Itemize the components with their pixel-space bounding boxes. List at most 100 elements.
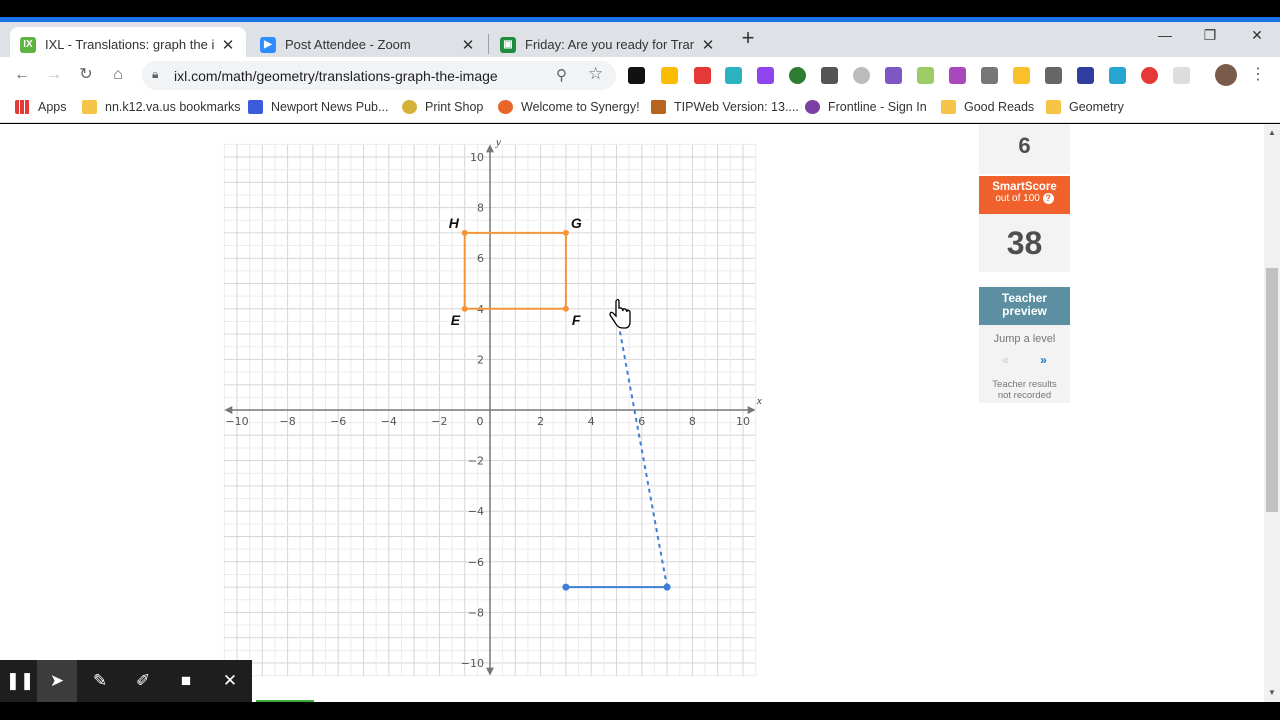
pointer-icon[interactable]: ➤: [37, 660, 77, 702]
highlighter-icon[interactable]: ✐: [123, 660, 163, 702]
bookmark-link[interactable]: Frontline - Sign In: [805, 100, 927, 114]
bookmark-star-icon[interactable]: ☆: [588, 64, 603, 84]
help-icon[interactable]: ?: [1042, 193, 1054, 204]
y-tick-label: −6: [468, 556, 484, 569]
pdf-icon[interactable]: [885, 67, 902, 84]
smartscore-header: SmartScore out of 100 ?: [979, 176, 1070, 214]
jump-level-label: Jump a level: [993, 333, 1056, 345]
browser-tab-bar: IX IXL - Translations: graph the imag ✕ …: [0, 17, 1280, 62]
vertex-label: E: [451, 312, 461, 328]
menu-icon[interactable]: ⋮: [1248, 65, 1268, 85]
extension-icon[interactable]: [1045, 67, 1062, 84]
bookmark-link[interactable]: Welcome to Synergy!: [498, 100, 640, 114]
forward-icon[interactable]: →: [44, 65, 64, 85]
home-icon[interactable]: ⌂: [108, 65, 128, 85]
extension-icon[interactable]: [949, 67, 966, 84]
scroll-up-icon[interactable]: ▲: [1268, 128, 1276, 137]
help-extension-icon[interactable]: [853, 67, 870, 84]
tab-title: IXL - Translations: graph the imag: [45, 37, 214, 52]
extension-icon[interactable]: [821, 67, 838, 84]
teacher-note-line: Teacher results: [992, 379, 1057, 390]
extension-icon[interactable]: [725, 67, 742, 84]
prev-level-button[interactable]: «: [990, 353, 1022, 367]
folder-icon: [941, 100, 956, 114]
tab-title: Friday: Are you ready for Transfo: [525, 37, 694, 52]
drawn-point[interactable]: [663, 583, 671, 591]
extension-icon[interactable]: [1173, 67, 1190, 84]
bookmark-label: nn.k12.va.us bookmarks: [105, 100, 241, 114]
bookmark-link[interactable]: Print Shop: [402, 100, 483, 114]
address-bar[interactable]: 🔒︎ ixl.com/math/geometry/translations-gr…: [142, 61, 616, 90]
pause-icon[interactable]: ❚❚: [0, 660, 40, 702]
bookmark-apps[interactable]: Apps: [15, 100, 67, 114]
x-tick-label: 8: [689, 415, 696, 428]
camera-icon[interactable]: ■: [166, 660, 206, 702]
bookmark-folder[interactable]: Good Reads: [941, 100, 1034, 114]
page-scrollbar[interactable]: ▲ ▼: [1264, 124, 1280, 702]
extension-icon[interactable]: [917, 67, 934, 84]
extension-icon[interactable]: [757, 67, 774, 84]
screen-recorder-toolbar: ❚❚ ➤ ✎ ✐ ■ ✕: [0, 660, 252, 702]
minimize-icon[interactable]: —: [1155, 27, 1175, 43]
extension-icon[interactable]: [789, 67, 806, 84]
extension-icon[interactable]: [1013, 67, 1030, 84]
scissors-icon[interactable]: [981, 67, 998, 84]
y-axis-label: y: [495, 137, 501, 149]
browser-toolbar: ← → ↻ ⌂ 🔒︎ ixl.com/math/geometry/transla…: [0, 57, 1280, 93]
vertex-point: [461, 229, 468, 236]
teacher-preview-label: preview: [1002, 304, 1047, 318]
bookmark-label: Welcome to Synergy!: [521, 100, 640, 114]
x-axis-arrow: [747, 406, 756, 414]
drive-icon[interactable]: [661, 67, 678, 84]
drawn-point[interactable]: [562, 583, 570, 591]
x-tick-label: 0: [477, 415, 484, 428]
teacher-note: Teacher results not recorded: [979, 379, 1070, 401]
folder-icon: [1046, 100, 1061, 114]
vertex-label: F: [572, 312, 581, 328]
x-tick-label: −10: [225, 415, 248, 428]
bookmark-link[interactable]: TIPWeb Version: 13....: [651, 100, 799, 114]
coordinate-grid[interactable]: xy−10 −8 −6 −4 −2 0 2 4 6 8 10108642−2−4−6−8−10E FG…: [216, 130, 766, 680]
extension-icon[interactable]: [1141, 67, 1158, 84]
profile-avatar[interactable]: [1215, 64, 1237, 86]
new-tab-button[interactable]: +: [736, 27, 760, 51]
apps-grid-icon: [15, 100, 30, 114]
extension-icon[interactable]: [1109, 67, 1126, 84]
close-tab-icon[interactable]: ✕: [460, 36, 476, 54]
bookmark-link[interactable]: Newport News Pub...: [248, 100, 388, 114]
restore-icon[interactable]: ❐: [1200, 27, 1220, 44]
vertex-label: G: [571, 215, 582, 231]
tab-title: Post Attendee - Zoom: [285, 37, 411, 52]
x-axis-label: x: [756, 395, 762, 407]
y-tick-label: −8: [468, 606, 484, 619]
close-window-icon[interactable]: ✕: [1247, 27, 1267, 44]
y-tick-label: 10: [470, 151, 484, 164]
bookmark-label: Frontline - Sign In: [828, 100, 927, 114]
lock-icon: 🔒︎: [152, 67, 159, 81]
smartscore-value: 38: [979, 214, 1070, 272]
bookmark-folder[interactable]: nn.k12.va.us bookmarks: [82, 100, 241, 114]
frontline-icon: [805, 100, 820, 114]
synergy-icon: [498, 100, 513, 114]
close-icon[interactable]: ✕: [210, 660, 250, 702]
close-tab-icon[interactable]: ✕: [220, 36, 236, 54]
next-level-button[interactable]: »: [1028, 353, 1060, 367]
printshop-icon: [402, 100, 417, 114]
x-tick-label: 4: [588, 415, 595, 428]
bookmark-folder[interactable]: Geometry: [1046, 100, 1124, 114]
extension-icon[interactable]: [694, 67, 711, 84]
vertex-point: [461, 305, 468, 312]
extension-icon[interactable]: [1077, 67, 1094, 84]
x-tick-label: −8: [279, 415, 295, 428]
scrollbar-thumb[interactable]: [1266, 268, 1278, 512]
extension-icon[interactable]: [628, 67, 645, 84]
y-tick-label: 8: [477, 202, 484, 215]
reload-icon[interactable]: ↻: [76, 65, 96, 85]
back-icon[interactable]: ←: [12, 65, 32, 85]
scroll-down-icon[interactable]: ▼: [1268, 688, 1276, 697]
close-tab-icon[interactable]: ✕: [700, 36, 716, 54]
pen-icon[interactable]: ✎: [80, 660, 120, 702]
search-icon[interactable]: ⚲: [556, 66, 567, 84]
tab-separator: [488, 34, 489, 54]
bookmark-label: Apps: [38, 100, 67, 114]
